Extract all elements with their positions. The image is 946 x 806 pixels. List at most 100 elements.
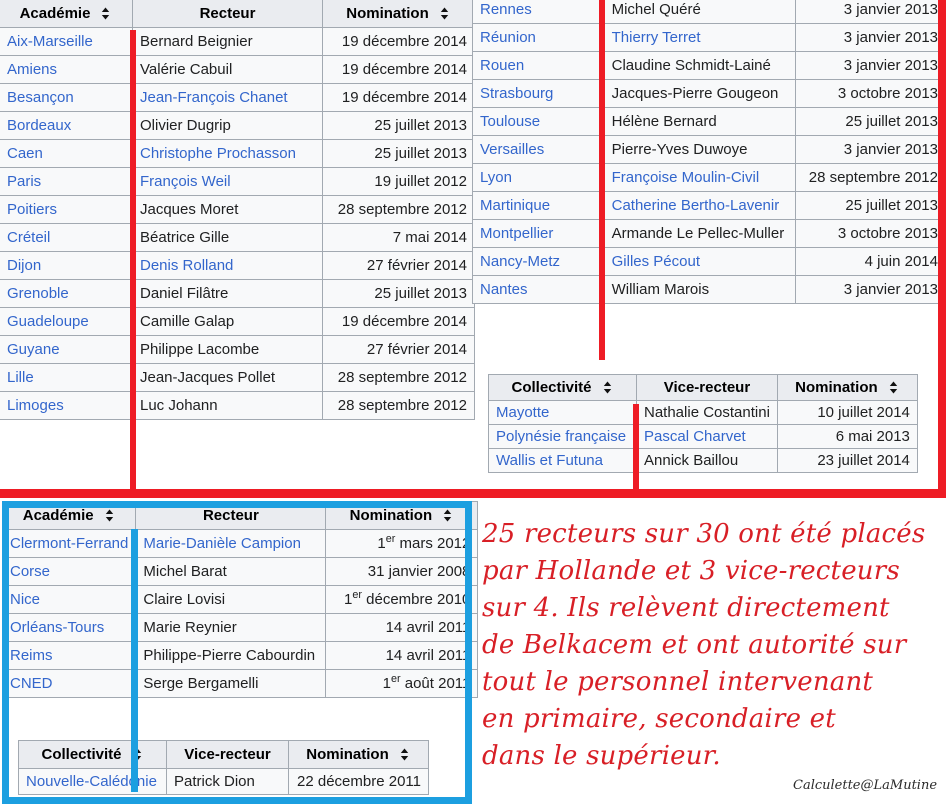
sort-arrows-icon[interactable] xyxy=(601,381,614,394)
cell-name[interactable]: Guadeloupe xyxy=(0,307,133,336)
table-link[interactable]: Orléans-Tours xyxy=(10,619,104,636)
table-link[interactable]: Christophe Prochasson xyxy=(140,145,296,162)
table-link[interactable]: Mayotte xyxy=(496,404,549,421)
column-header-recteur[interactable]: Recteur xyxy=(132,0,323,28)
table-link[interactable]: Besançon xyxy=(7,89,74,106)
sort-arrows-icon[interactable] xyxy=(438,7,451,20)
table-link[interactable]: Guyane xyxy=(7,341,60,358)
column-header-nomination[interactable]: Nomination xyxy=(322,0,475,28)
cell-name[interactable]: Toulouse xyxy=(472,107,605,136)
cell-name[interactable]: Aix-Marseille xyxy=(0,27,133,56)
column-header-vice-recteur[interactable]: Vice-recteur xyxy=(636,374,778,401)
table-link[interactable]: Réunion xyxy=(480,29,536,46)
table-link[interactable]: Amiens xyxy=(7,61,57,78)
cell-name[interactable]: Wallis et Futuna xyxy=(488,448,637,473)
table-link[interactable]: Denis Rolland xyxy=(140,257,233,274)
cell-name[interactable]: Bordeaux xyxy=(0,111,133,140)
table-link[interactable]: Bordeaux xyxy=(7,117,71,134)
table-link[interactable]: Poitiers xyxy=(7,201,57,218)
cell-person[interactable]: Catherine Bertho-Lavenir xyxy=(603,191,797,220)
table-link[interactable]: Dijon xyxy=(7,257,41,274)
sort-arrows-icon[interactable] xyxy=(398,748,411,761)
cell-name[interactable]: Reims xyxy=(1,641,137,670)
column-header-nomination[interactable]: Nomination xyxy=(288,740,429,769)
table-link[interactable]: Corse xyxy=(10,563,50,580)
cell-name[interactable]: Versailles xyxy=(472,135,605,164)
table-link[interactable]: Jean-François Chanet xyxy=(140,89,288,106)
cell-name[interactable]: Orléans-Tours xyxy=(1,613,137,642)
table-link[interactable]: Paris xyxy=(7,173,41,190)
table-link[interactable]: Françoise Moulin-Civil xyxy=(612,169,760,186)
column-header-collectivit-[interactable]: Collectivité xyxy=(488,374,637,401)
cell-person[interactable]: Gilles Pécout xyxy=(603,247,797,276)
table-link[interactable]: Grenoble xyxy=(7,285,69,302)
cell-name[interactable]: Limoges xyxy=(0,391,133,420)
table-link[interactable]: Catherine Bertho-Lavenir xyxy=(612,197,780,214)
cell-name[interactable]: Rouen xyxy=(472,51,605,80)
cell-name[interactable]: Nancy-Metz xyxy=(472,247,605,276)
cell-name[interactable]: Lyon xyxy=(472,163,605,192)
cell-person[interactable]: Christophe Prochasson xyxy=(132,139,323,168)
cell-person[interactable]: Marie-Danièle Campion xyxy=(135,529,327,558)
table-link[interactable]: Pascal Charvet xyxy=(644,428,746,445)
cell-person[interactable]: Jean-François Chanet xyxy=(132,83,323,112)
table-link[interactable]: Limoges xyxy=(7,397,64,414)
table-link[interactable]: Strasbourg xyxy=(480,85,553,102)
column-header-nomination[interactable]: Nomination xyxy=(325,501,479,530)
cell-name[interactable]: Strasbourg xyxy=(472,79,605,108)
cell-name[interactable]: Mayotte xyxy=(488,400,637,425)
table-link[interactable]: Versailles xyxy=(480,141,544,158)
table-link[interactable]: Lille xyxy=(7,369,34,386)
table-link[interactable]: Rennes xyxy=(480,1,532,18)
cell-name[interactable]: Poitiers xyxy=(0,195,133,224)
sort-arrows-icon[interactable] xyxy=(887,381,900,394)
cell-person[interactable]: Pascal Charvet xyxy=(636,424,778,449)
cell-name[interactable]: Rennes xyxy=(472,0,605,24)
cell-person[interactable]: Françoise Moulin-Civil xyxy=(603,163,797,192)
table-link[interactable]: Créteil xyxy=(7,229,50,246)
cell-name[interactable]: Paris xyxy=(0,167,133,196)
cell-person[interactable]: Denis Rolland xyxy=(132,251,323,280)
table-link[interactable]: Nantes xyxy=(480,281,528,298)
table-link[interactable]: Reims xyxy=(10,647,53,664)
cell-name[interactable]: Amiens xyxy=(0,55,133,84)
cell-name[interactable]: Martinique xyxy=(472,191,605,220)
cell-name[interactable]: Montpellier xyxy=(472,219,605,248)
table-link[interactable]: Martinique xyxy=(480,197,550,214)
table-link[interactable]: Guadeloupe xyxy=(7,313,89,330)
table-link[interactable]: Polynésie française xyxy=(496,428,626,445)
table-link[interactable]: Lyon xyxy=(480,169,512,186)
table-link[interactable]: Clermont-Ferrand xyxy=(10,535,128,552)
cell-name[interactable]: Nantes xyxy=(472,275,605,304)
cell-name[interactable]: Besançon xyxy=(0,83,133,112)
table-link[interactable]: Marie-Danièle Campion xyxy=(143,535,301,552)
cell-person[interactable]: Thierry Terret xyxy=(603,23,797,52)
cell-name[interactable]: Dijon xyxy=(0,251,133,280)
cell-name[interactable]: Nouvelle-Calédonie xyxy=(18,768,167,795)
cell-name[interactable]: Grenoble xyxy=(0,279,133,308)
column-header-collectivit-[interactable]: Collectivité xyxy=(18,740,167,769)
table-link[interactable]: Nice xyxy=(10,591,40,608)
table-link[interactable]: Thierry Terret xyxy=(612,29,701,46)
cell-name[interactable]: Réunion xyxy=(472,23,605,52)
cell-name[interactable]: Nice xyxy=(1,585,137,614)
cell-name[interactable]: Polynésie française xyxy=(488,424,637,449)
sort-arrows-icon[interactable] xyxy=(99,7,112,20)
cell-name[interactable]: Créteil xyxy=(0,223,133,252)
cell-name[interactable]: Clermont-Ferrand xyxy=(1,529,137,558)
table-link[interactable]: François Weil xyxy=(140,173,231,190)
cell-name[interactable]: CNED xyxy=(1,669,137,698)
sort-arrows-icon[interactable] xyxy=(103,509,116,522)
table-link[interactable]: Nancy-Metz xyxy=(480,253,560,270)
table-link[interactable]: Caen xyxy=(7,145,43,162)
column-header-acad-mie[interactable]: Académie xyxy=(0,0,133,28)
cell-name[interactable]: Lille xyxy=(0,363,133,392)
table-link[interactable]: CNED xyxy=(10,675,53,692)
column-header-acad-mie[interactable]: Académie xyxy=(1,501,137,530)
table-link[interactable]: Montpellier xyxy=(480,225,553,242)
table-link[interactable]: Toulouse xyxy=(480,113,540,130)
cell-name[interactable]: Corse xyxy=(1,557,137,586)
cell-name[interactable]: Caen xyxy=(0,139,133,168)
cell-person[interactable]: François Weil xyxy=(132,167,323,196)
table-link[interactable]: Wallis et Futuna xyxy=(496,452,603,469)
